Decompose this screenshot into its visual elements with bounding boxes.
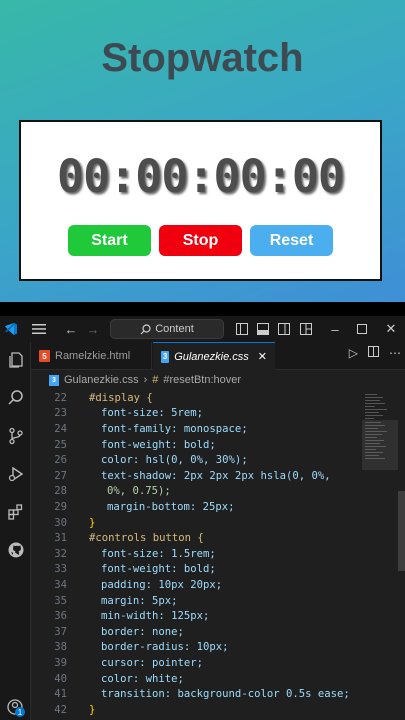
- breadcrumb: 3 Gulanezkie.css › # #resetBtn:hover: [31, 370, 405, 390]
- minimize-icon[interactable]: –: [327, 319, 343, 339]
- start-button[interactable]: Start: [68, 225, 151, 256]
- title-bar: ← → Content – ✕: [0, 316, 405, 342]
- more-actions-icon[interactable]: ⋯: [389, 346, 401, 360]
- code-line: 32 font-size: 1.5rem;: [54, 547, 216, 560]
- stopwatch-card: 00:00:00:00 Start Stop Reset: [19, 120, 382, 281]
- toggle-sidebar-icon[interactable]: [234, 319, 250, 339]
- stopwatch-preview: Stopwatch 00:00:00:00 Start Stop Reset: [0, 0, 405, 302]
- html-file-icon: 5: [39, 350, 50, 362]
- tab-label: Ramelzkie.html: [55, 350, 131, 362]
- code-line: 29 margin-bottom: 25px;: [54, 500, 235, 513]
- stop-button[interactable]: Stop: [159, 225, 242, 256]
- activity-bar: 1: [0, 342, 31, 720]
- breadcrumb-file[interactable]: Gulanezkie.css: [64, 374, 139, 386]
- search-icon: [140, 323, 151, 334]
- code-line: 31 #controls button {: [54, 532, 204, 545]
- customize-layout-icon[interactable]: [298, 319, 314, 339]
- extensions-icon[interactable]: [5, 501, 26, 522]
- github-icon[interactable]: [5, 539, 26, 560]
- code-line: 41 transition: background-color 0.5s ease…: [54, 688, 350, 701]
- editor-actions: ▷ ⋯: [349, 346, 401, 360]
- code-line: 33 font-weight: bold;: [54, 563, 216, 576]
- vscode-window: ← → Content – ✕ 1 5 Ramelzkie.html 3 Gul…: [0, 316, 405, 720]
- tab-gulanezkie-css[interactable]: 3 Gulanezkie.css ✕: [153, 342, 275, 370]
- maximize-icon[interactable]: [354, 319, 370, 339]
- code-line: 38 border-radius: 10px;: [54, 641, 229, 654]
- scrollbar[interactable]: [398, 491, 405, 571]
- tab-label: Gulanezkie.css: [174, 350, 249, 363]
- code-editor[interactable]: 22 #display { 23 font-size: 5rem; 24 font-f…: [31, 390, 361, 720]
- menu-icon[interactable]: [30, 319, 48, 339]
- selector-icon: #: [152, 374, 159, 386]
- code-line: 39 cursor: pointer;: [54, 656, 204, 669]
- forward-arrow-icon[interactable]: →: [84, 319, 102, 339]
- code-line: 22 #display {: [54, 391, 153, 404]
- code-line: 37 border: none;: [54, 625, 184, 638]
- command-center[interactable]: Content: [110, 319, 224, 339]
- css-file-icon: 3: [161, 350, 170, 363]
- back-arrow-icon[interactable]: ←: [62, 319, 80, 339]
- reset-button[interactable]: Reset: [250, 225, 333, 256]
- accounts-icon[interactable]: 1: [5, 697, 26, 718]
- chevron-right-icon: ›: [143, 374, 148, 386]
- code-line: 23 font-size: 5rem;: [54, 407, 204, 420]
- breadcrumb-selector[interactable]: #resetBtn:hover: [163, 374, 241, 386]
- search-icon[interactable]: [5, 387, 26, 408]
- code-line: 35 margin: 5px;: [54, 594, 178, 607]
- close-tab-icon[interactable]: ✕: [258, 350, 267, 363]
- explorer-icon[interactable]: [5, 349, 26, 370]
- code-line: 28 0%, 0.75);: [54, 485, 171, 498]
- run-icon[interactable]: ▷: [349, 346, 358, 360]
- minimap[interactable]: [362, 390, 398, 490]
- vscode-logo-icon: [2, 319, 20, 339]
- controls: Start Stop Reset: [21, 225, 380, 256]
- command-center-label: Content: [155, 323, 194, 335]
- code-line: 25 font-weight: bold;: [54, 438, 216, 451]
- source-control-icon[interactable]: [5, 425, 26, 446]
- code-line: 40 color: white;: [54, 672, 184, 685]
- divider: [0, 302, 405, 316]
- code-line: 34 padding: 10px 20px;: [54, 578, 223, 591]
- code-line: 30}: [54, 516, 96, 529]
- code-line: 42}: [54, 703, 96, 716]
- tab-ramelzkie-html[interactable]: 5 Ramelzkie.html: [31, 342, 152, 370]
- split-editor-icon[interactable]: [368, 346, 379, 360]
- toggle-panel-icon[interactable]: [255, 319, 271, 339]
- notification-badge: 1: [17, 708, 22, 717]
- code-line: 24 font-family: monospace;: [54, 422, 248, 435]
- css-file-icon: 3: [49, 374, 59, 386]
- code-line: 36 min-width: 125px;: [54, 610, 210, 623]
- code-line: 26 color: hsl(0, 0%, 30%);: [54, 454, 248, 467]
- toggle-secondary-sidebar-icon[interactable]: [276, 319, 292, 339]
- editor-tabs: 5 Ramelzkie.html 3 Gulanezkie.css ✕ ▷ ⋯: [31, 342, 405, 370]
- time-display: 00:00:00:00: [56, 150, 345, 203]
- code-line: 27 text-shadow: 2px 2px 2px hsla(0, 0%,: [54, 469, 331, 482]
- close-icon[interactable]: ✕: [383, 319, 399, 339]
- page-title: Stopwatch: [101, 36, 304, 80]
- run-debug-icon[interactable]: [5, 463, 26, 484]
